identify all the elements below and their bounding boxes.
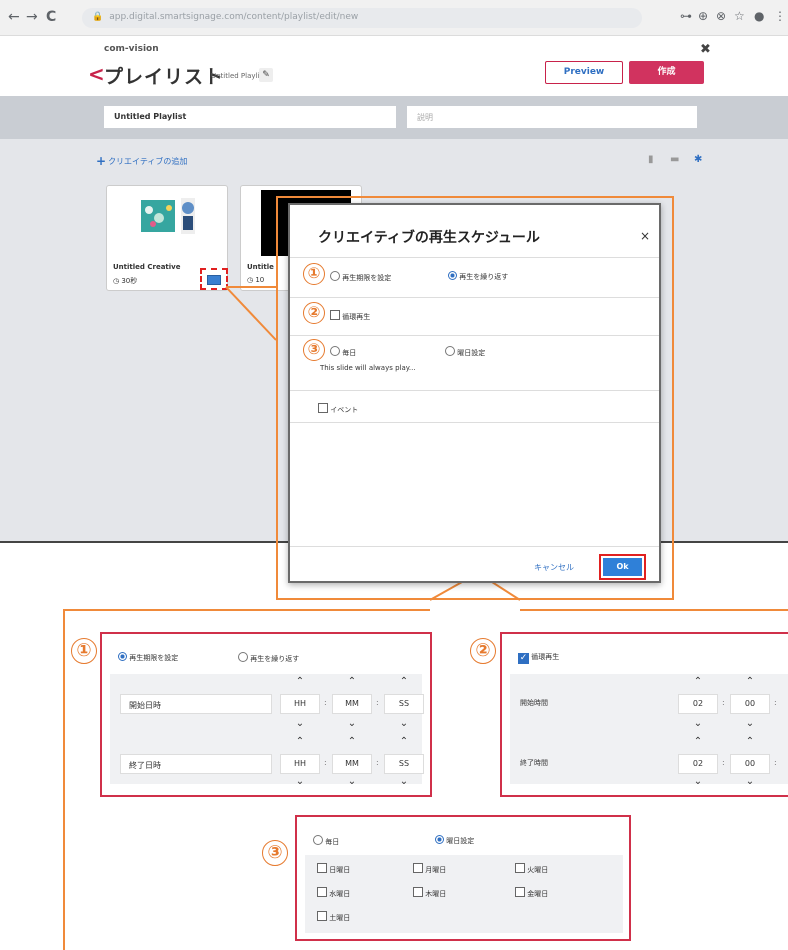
chevron-up-icon[interactable]: ⌃ — [730, 736, 770, 747]
period-option[interactable]: 再生期限を設定 — [330, 271, 391, 283]
weekday-option[interactable]: 曜日設定 — [445, 346, 485, 358]
colon: : — [376, 758, 379, 767]
marker-3: ③ — [262, 840, 288, 866]
end-minute-field[interactable]: MM — [332, 754, 372, 774]
start-minute-field[interactable]: MM — [332, 694, 372, 714]
schedule-modal: クリエイティブの再生スケジュール × 再生期限を設定 再生を繰り返す 循環再生 … — [288, 203, 661, 583]
start-minute-field[interactable]: 00 — [730, 694, 770, 714]
modal-row-event: イベント — [290, 390, 659, 422]
colon: : — [774, 698, 777, 707]
chevron-down-icon[interactable]: ⌄ — [332, 776, 372, 787]
colon: : — [722, 698, 725, 707]
repeat-option[interactable]: 再生を繰り返す — [238, 652, 299, 664]
chevron-down-icon[interactable]: ⌄ — [280, 776, 320, 787]
day-checkbox[interactable]: 金曜日 — [515, 887, 548, 899]
loop-fields: 開始時間 終了時間 ⌃ ⌃ 02 : 00 : ⌄ ⌄ ⌃ ⌃ 02 : 00 … — [510, 674, 788, 787]
daily-option[interactable]: 毎日 — [313, 835, 339, 847]
end-hour-field[interactable]: 02 — [678, 754, 718, 774]
close-icon[interactable]: × — [640, 229, 650, 243]
daily-note: This slide will always play... — [320, 364, 416, 372]
modal-row-daily: 毎日 曜日設定 This slide will always play... — [290, 335, 659, 390]
colon: : — [324, 758, 327, 767]
chevron-up-icon[interactable]: ⌃ — [384, 676, 424, 687]
marker-1: ① — [71, 638, 97, 664]
colon: : — [722, 758, 725, 767]
period-fields: 開始日時 終了日時 ⌃ ⌃ ⌃ HH : MM : SS ⌄ ⌄ ⌄ ⌃ ⌃ ⌃… — [110, 674, 424, 787]
chevron-up-icon[interactable]: ⌃ — [730, 676, 770, 687]
weekday-grid: 日曜日 月曜日 火曜日 水曜日 木曜日 金曜日 土曜日 — [305, 855, 623, 933]
chevron-down-icon[interactable]: ⌄ — [384, 718, 424, 729]
chevron-down-icon[interactable]: ⌄ — [678, 776, 718, 787]
weekday-option[interactable]: 曜日設定 — [435, 835, 474, 846]
chevron-up-icon[interactable]: ⌃ — [678, 676, 718, 687]
start-second-field[interactable]: SS — [384, 694, 424, 714]
marker-3: ③ — [303, 339, 325, 361]
marker-2: ② — [470, 638, 496, 664]
end-hour-field[interactable]: HH — [280, 754, 320, 774]
loop-panel: ✓ 循環再生 開始時間 終了時間 ⌃ ⌃ 02 : 00 : ⌄ ⌄ ⌃ ⌃ 0… — [500, 632, 788, 797]
colon: : — [774, 758, 777, 767]
start-hour-field[interactable]: HH — [280, 694, 320, 714]
chevron-up-icon[interactable]: ⌃ — [332, 736, 372, 747]
day-checkbox[interactable]: 木曜日 — [413, 887, 446, 899]
end-minute-field[interactable]: 00 — [730, 754, 770, 774]
day-checkbox[interactable]: 火曜日 — [515, 863, 548, 875]
loop-checkbox[interactable]: ✓ 循環再生 — [518, 652, 559, 664]
weekday-panel: 毎日 曜日設定 日曜日 月曜日 火曜日 水曜日 木曜日 金曜日 土曜日 — [295, 815, 631, 941]
end-datetime-field[interactable]: 終了日時 — [120, 754, 272, 774]
modal-row-period: 再生期限を設定 再生を繰り返す — [290, 257, 659, 297]
marker-1: ① — [303, 263, 325, 285]
modal-row-loop: 循環再生 — [290, 297, 659, 335]
chevron-up-icon[interactable]: ⌃ — [332, 676, 372, 687]
ok-button[interactable]: Ok — [599, 554, 646, 580]
chevron-down-icon[interactable]: ⌄ — [332, 718, 372, 729]
cancel-button[interactable]: キャンセル — [534, 562, 574, 573]
modal-empty-area — [290, 422, 659, 547]
chevron-down-icon[interactable]: ⌄ — [280, 718, 320, 729]
period-panel: 再生期限を設定 再生を繰り返す 開始日時 終了日時 ⌃ ⌃ ⌃ HH : MM … — [100, 632, 432, 797]
end-second-field[interactable]: SS — [384, 754, 424, 774]
chevron-up-icon[interactable]: ⌃ — [384, 736, 424, 747]
daily-option[interactable]: 毎日 — [330, 346, 356, 358]
chevron-up-icon[interactable]: ⌃ — [280, 676, 320, 687]
day-checkbox[interactable]: 土曜日 — [317, 911, 350, 923]
colon: : — [376, 698, 379, 707]
chevron-up-icon[interactable]: ⌃ — [280, 736, 320, 747]
marker-2: ② — [303, 302, 325, 324]
day-checkbox[interactable]: 月曜日 — [413, 863, 446, 875]
chevron-down-icon[interactable]: ⌄ — [384, 776, 424, 787]
day-checkbox[interactable]: 日曜日 — [317, 863, 350, 875]
repeat-option[interactable]: 再生を繰り返す — [448, 271, 508, 282]
start-time-label: 開始時間 — [520, 699, 548, 707]
start-datetime-field[interactable]: 開始日時 — [120, 694, 272, 714]
period-option[interactable]: 再生期限を設定 — [118, 652, 178, 663]
start-hour-field[interactable]: 02 — [678, 694, 718, 714]
chevron-down-icon[interactable]: ⌄ — [730, 718, 770, 729]
colon: : — [324, 698, 327, 707]
chevron-up-icon[interactable]: ⌃ — [678, 736, 718, 747]
end-time-label: 終了時間 — [520, 759, 548, 767]
modal-title: クリエイティブの再生スケジュール — [318, 230, 540, 246]
event-checkbox[interactable]: イベント — [318, 403, 358, 415]
day-checkbox[interactable]: 水曜日 — [317, 887, 350, 899]
chevron-down-icon[interactable]: ⌄ — [730, 776, 770, 787]
loop-checkbox[interactable]: 循環再生 — [330, 310, 370, 322]
chevron-down-icon[interactable]: ⌄ — [678, 718, 718, 729]
